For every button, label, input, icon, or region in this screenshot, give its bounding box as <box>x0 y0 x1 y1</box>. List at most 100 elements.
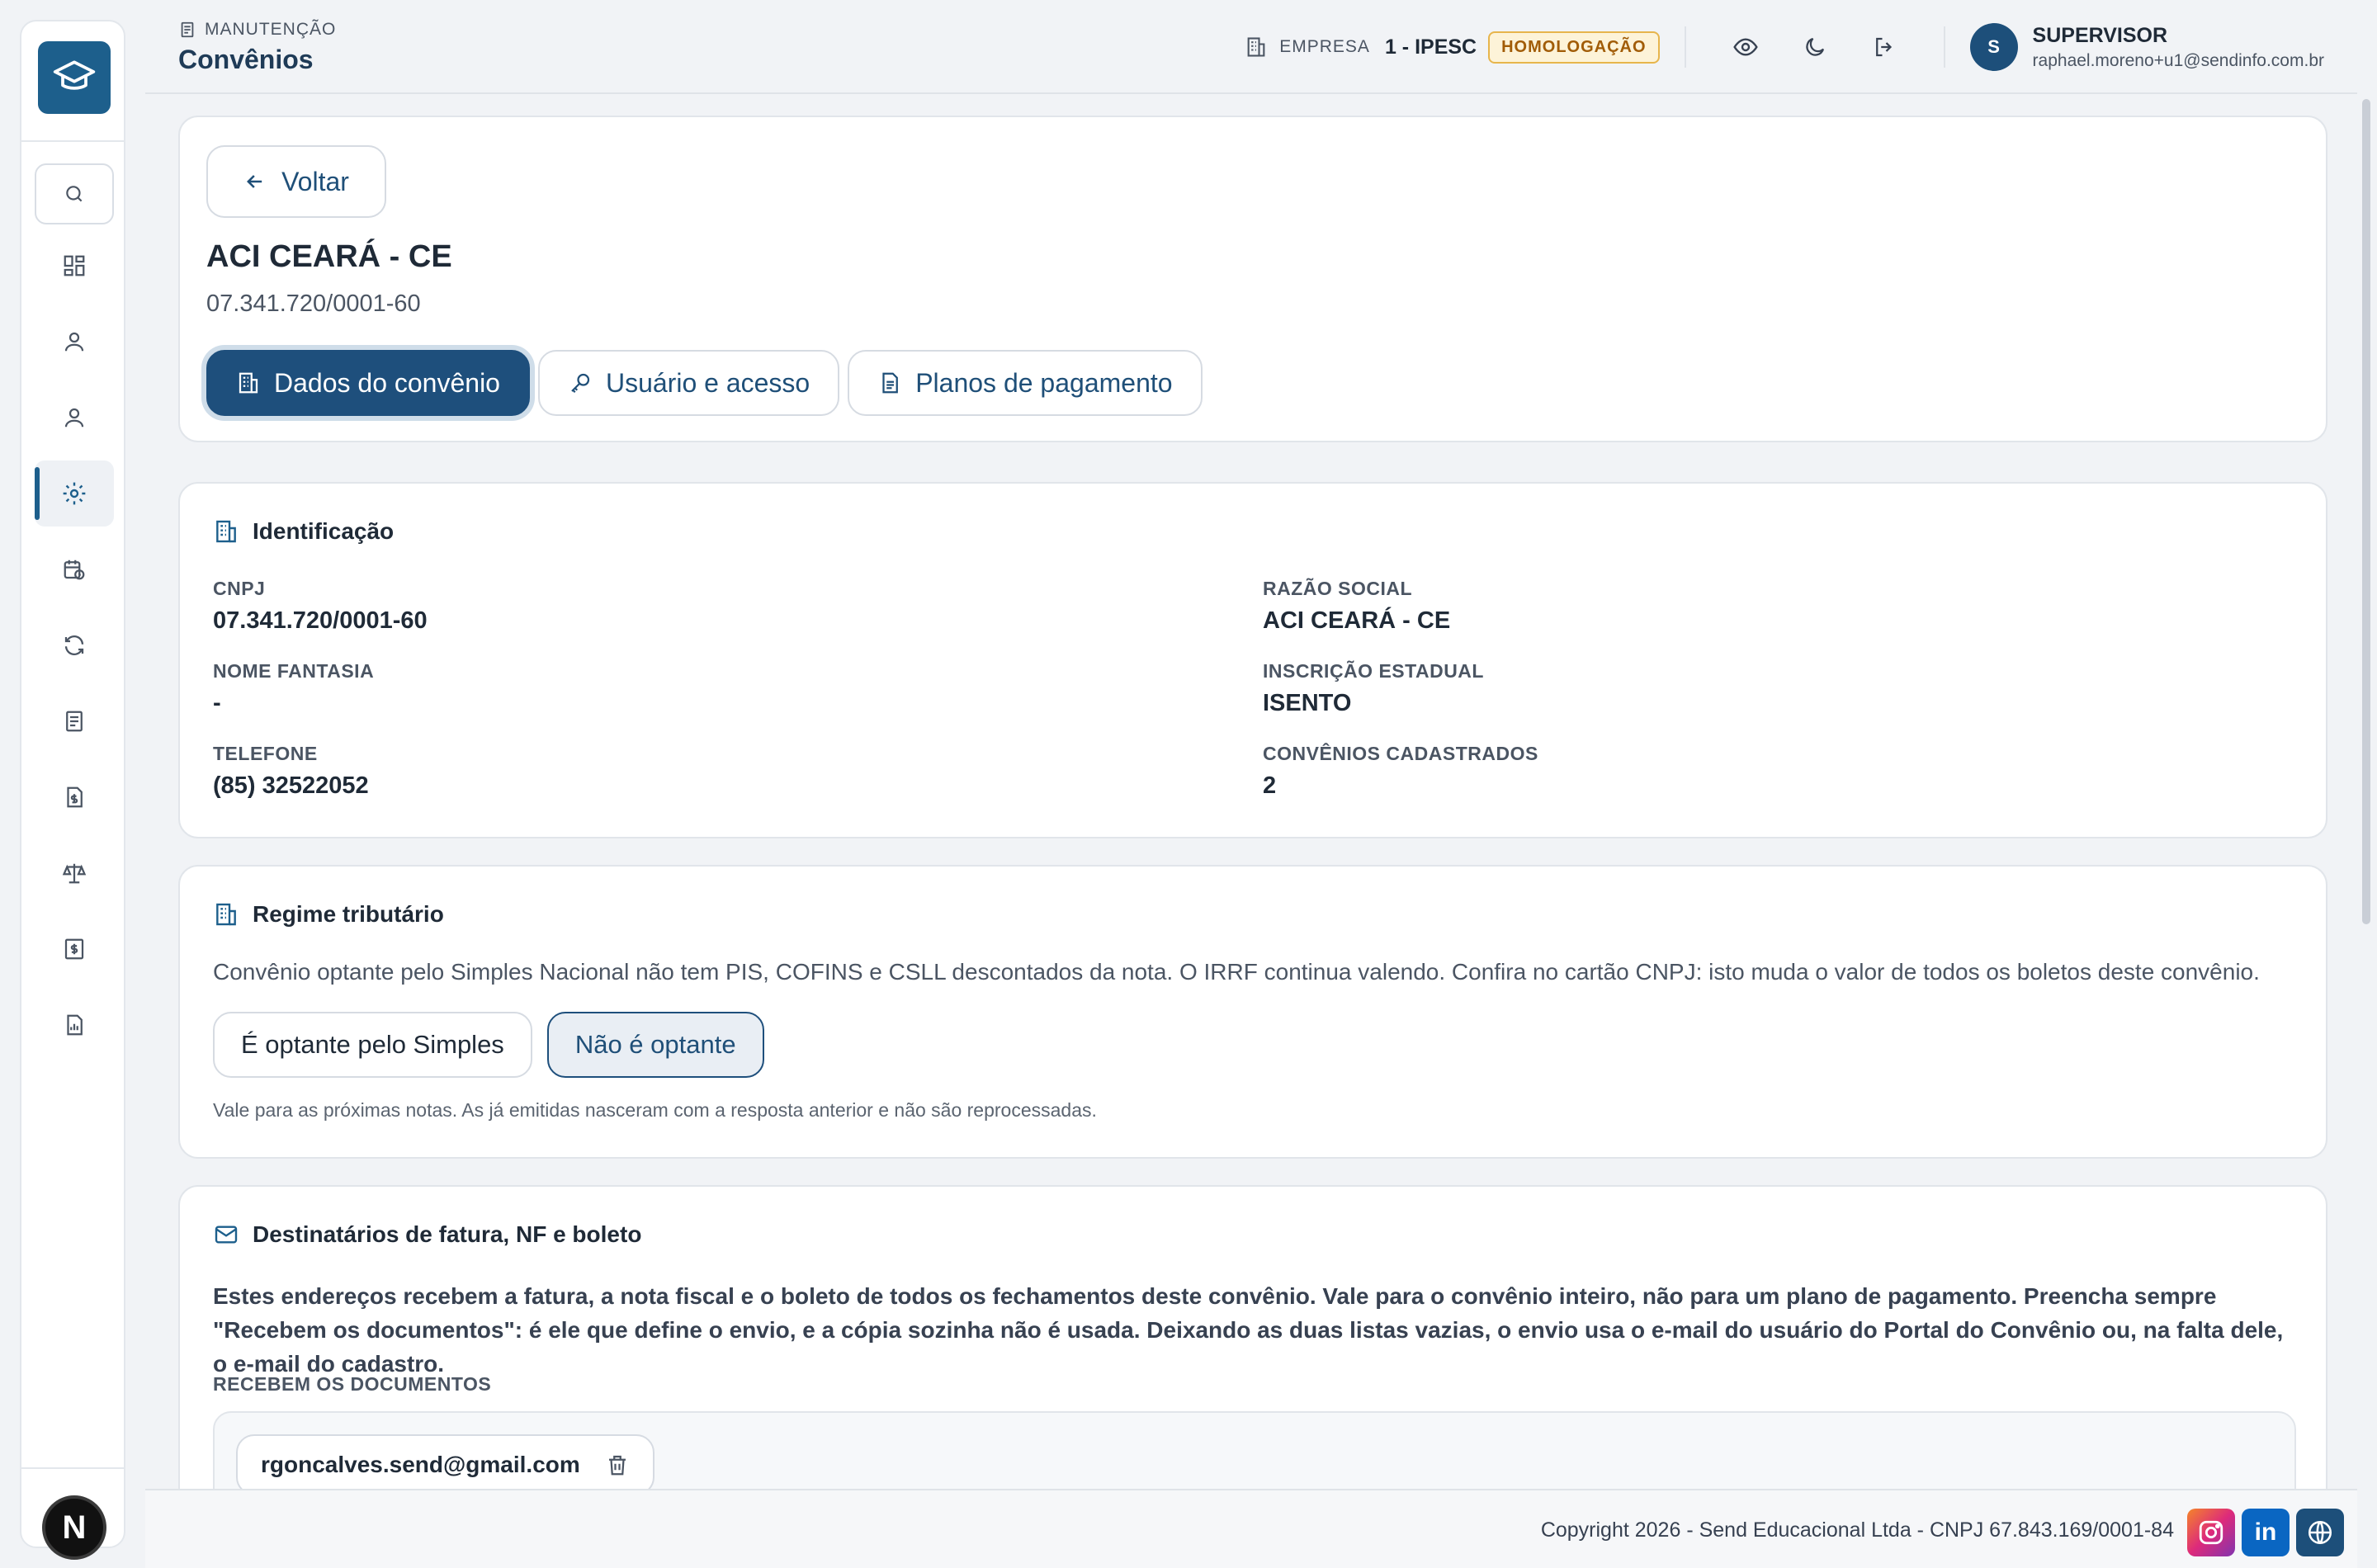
convenio-cnpj: 07.341.720/0001-60 <box>206 290 421 317</box>
moon-icon <box>1805 37 1824 56</box>
convenio-header-card: Voltar ACI CEARÁ - CE 07.341.720/0001-60… <box>178 116 2327 442</box>
regime-tributario-card: Regime tributário Convênio optante pelo … <box>178 865 2327 1159</box>
cnpj-value: 07.341.720/0001-60 <box>213 607 428 634</box>
gear-icon <box>63 482 86 505</box>
key-icon <box>571 373 590 394</box>
sidebar-dev-badge[interactable]: N <box>33 1495 116 1560</box>
user-icon <box>64 408 84 427</box>
graduation-cap-icon <box>53 60 96 90</box>
report-icon <box>67 1014 83 1036</box>
back-button[interactable]: Voltar <box>206 145 386 218</box>
convenios-cadastrados-label: CONVÊNIOS CADASTRADOS <box>1263 743 1538 764</box>
section-title-text: Destinatários de fatura, NF e boleto <box>253 1221 642 1247</box>
footer: Copyright 2026 - Send Educacional Ltda -… <box>145 1489 2357 1568</box>
dashboard-icon <box>64 255 85 276</box>
tab-label: Usuário e acesso <box>605 367 810 398</box>
linkedin-icon: in <box>2254 1518 2277 1546</box>
breadcrumb-label: MANUTENÇÃO <box>205 20 337 39</box>
email-chip-text: rgoncalves.send@gmail.com <box>261 1452 580 1477</box>
linkedin-link[interactable]: in <box>2242 1509 2290 1556</box>
building-icon <box>216 903 236 926</box>
telefone-label: TELEFONE <box>213 743 318 764</box>
website-link[interactable] <box>2296 1509 2344 1556</box>
section-title-destinatarios: Destinatários de fatura, NF e boleto <box>213 1221 641 1248</box>
document-icon <box>181 21 194 38</box>
globe-icon <box>2308 1520 2332 1545</box>
user-role: SUPERVISOR <box>2032 23 2168 47</box>
section-title-text: Regime tributário <box>253 901 444 927</box>
instagram-link[interactable] <box>2187 1509 2235 1556</box>
tab-usuario-acesso[interactable]: Usuário e acesso <box>537 350 840 416</box>
search-icon <box>66 186 83 202</box>
destinatarios-description: Estes endereços recebem a fatura, a nota… <box>213 1283 2284 1377</box>
back-button-label: Voltar <box>281 166 349 196</box>
optante-simples-button[interactable]: É optante pelo Simples <box>213 1012 532 1078</box>
visibility-button[interactable] <box>1722 24 1769 70</box>
section-title-text: Identificação <box>253 518 395 544</box>
avatar[interactable]: S <box>1969 23 2018 71</box>
sidebar-item-user-2[interactable] <box>35 385 114 451</box>
refresh-icon <box>64 635 84 655</box>
sidebar-item-dashboard[interactable] <box>35 233 114 299</box>
sidebar-item-receipt[interactable] <box>35 916 114 982</box>
razao-social-label: RAZÃO SOCIAL <box>1263 578 1413 599</box>
footer-copyright: Copyright 2026 - Send Educacional Ltda -… <box>1540 1518 2174 1542</box>
tab-planos-pagamento[interactable]: Planos de pagamento <box>848 350 1203 416</box>
sidebar-item-refresh[interactable] <box>35 612 114 678</box>
empresa-value[interactable]: 1 - IPESC <box>1385 35 1477 59</box>
regime-options: É optante pelo Simples Não é optante <box>213 1012 764 1078</box>
razao-social-value: ACI CEARÁ - CE <box>1263 607 1451 634</box>
document-icon <box>882 372 899 394</box>
sidebar-search-button[interactable] <box>35 163 114 224</box>
header-separator <box>1943 26 1945 68</box>
nao-optante-button[interactable]: Não é optante <box>546 1012 764 1078</box>
sidebar-item-manutencao[interactable] <box>35 460 114 527</box>
tab-bar: Dados do convênio Usuário e acesso Plano… <box>206 350 1203 416</box>
page-scrollbar[interactable] <box>2362 99 2370 924</box>
logout-button[interactable] <box>1861 24 1907 70</box>
trash-icon[interactable] <box>605 1452 630 1477</box>
app-logo[interactable] <box>38 41 111 114</box>
header-separator <box>1684 26 1686 68</box>
cnpj-label: CNPJ <box>213 578 266 599</box>
calendar-clock-icon <box>64 560 85 580</box>
document-icon <box>66 711 83 732</box>
tab-dados-convenio[interactable]: Dados do convênio <box>206 350 530 416</box>
inscricao-estadual-label: INSCRIÇÃO ESTADUAL <box>1263 660 1484 682</box>
sidebar-item-scale[interactable] <box>35 840 114 906</box>
inscricao-estadual-value: ISENTO <box>1263 690 1352 716</box>
sidebar-bottom-divider <box>21 1467 124 1469</box>
user-info: SUPERVISOR raphael.moreno+u1@sendinfo.co… <box>2033 24 2324 71</box>
sidebar-item-documents[interactable] <box>35 688 114 754</box>
section-title-identificacao: Identificação <box>213 518 394 545</box>
identificacao-card: Identificação CNPJ 07.341.720/0001-60 RA… <box>178 482 2327 838</box>
convenio-name: ACI CEARÁ - CE <box>206 239 452 274</box>
recebem-documentos-label: RECEBEM OS DOCUMENTOS <box>213 1373 492 1395</box>
receipt-icon <box>64 938 84 960</box>
sidebar: N <box>20 20 125 1560</box>
scale-icon <box>62 863 87 884</box>
logout-icon <box>1875 37 1892 57</box>
file-dollar-icon <box>67 786 83 808</box>
n-badge-icon: N <box>42 1495 106 1560</box>
regime-note: Vale para as próximas notas. As já emiti… <box>213 1099 1097 1121</box>
mail-icon <box>215 1226 238 1244</box>
building-icon <box>216 520 236 543</box>
page-title: Convênios <box>178 45 314 74</box>
empresa-label: EMPRESA <box>1279 37 1370 56</box>
sidebar-item-file-dollar[interactable] <box>35 764 114 830</box>
email-chip: rgoncalves.send@gmail.com <box>236 1434 655 1495</box>
theme-toggle-button[interactable] <box>1792 24 1838 70</box>
eye-icon <box>1732 38 1758 56</box>
sidebar-item-report[interactable] <box>35 992 114 1058</box>
building-icon <box>1247 37 1265 57</box>
user-icon <box>64 332 84 352</box>
environment-badge: HOMOLOGAÇÃO <box>1488 31 1660 64</box>
nome-fantasia-value: - <box>213 690 221 716</box>
header-actions: EMPRESA 1 - IPESC HOMOLOGAÇÃO S SUPERVIS… <box>1245 0 2324 94</box>
regime-description: Convênio optante pelo Simples Nacional n… <box>213 959 2260 985</box>
sidebar-item-agenda[interactable] <box>35 536 114 602</box>
telefone-value: (85) 32522052 <box>213 772 369 799</box>
instagram-icon <box>2199 1520 2223 1545</box>
sidebar-item-user[interactable] <box>35 309 114 375</box>
